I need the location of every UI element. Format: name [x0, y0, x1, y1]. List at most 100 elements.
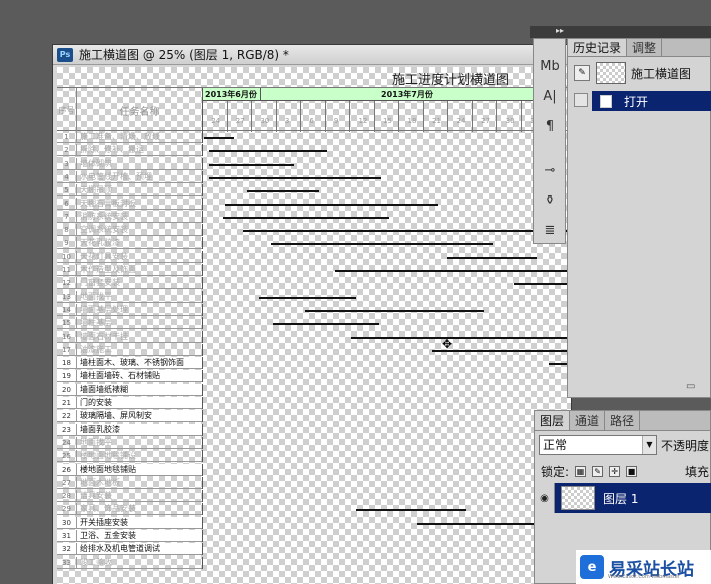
task-name: 施工准备、清场、放线 — [77, 131, 203, 143]
tab-adjustments[interactable]: 调整 — [627, 39, 663, 56]
day-column: 30 — [252, 101, 277, 132]
mini-bridge-icon[interactable]: Mb — [538, 55, 562, 77]
gantt-bar — [209, 150, 327, 153]
lock-row: 锁定: ▦ ✎ ✛ ■ 填充 — [541, 463, 711, 480]
sheet-title: 施工进度计划横道图 — [392, 73, 510, 88]
schedule-header: 序号 任务名称 2013年6月份 2013年7月份 24 27 30 3 6 9 12 15 1… — [57, 87, 571, 132]
task-name: 开关插座安装 — [77, 516, 203, 529]
task-row: 32 给排水及机电管道调试 — [57, 543, 203, 556]
task-no: 9 — [57, 237, 77, 250]
snapshot-label: 施工横道图 — [631, 66, 692, 81]
task-no: 20 — [57, 383, 77, 396]
history-item-selected[interactable]: 打开 — [592, 91, 711, 111]
tab-channels[interactable]: 通道 — [570, 411, 606, 430]
day-column: 24 — [203, 101, 228, 132]
task-name: 门窗套安装 — [77, 277, 203, 290]
task-no: 18 — [57, 357, 77, 370]
gantt-bar — [204, 137, 234, 139]
task-no: 32 — [57, 543, 77, 556]
tab-paths[interactable]: 路径 — [605, 411, 641, 430]
task-row: 1 施工准备、清场、放线 — [57, 131, 203, 143]
task-name: 天棚石膏板封板 — [77, 197, 203, 210]
task-row: 19 墙柱面墙砖、石材铺贴 — [57, 370, 203, 383]
snapshot-thumbnail — [596, 62, 626, 84]
history-panel: 历史记录 调整 ✎ 施工横道图 打开 ▭ — [567, 38, 711, 398]
day-column: 27 — [228, 101, 253, 132]
blend-mode-select[interactable]: 正常 ▼ — [539, 435, 657, 455]
lock-label: 锁定: — [541, 465, 570, 479]
day-label: 30 — [505, 117, 515, 125]
chevron-down-icon[interactable]: ▼ — [642, 436, 656, 454]
visibility-eye-icon[interactable]: ◉ — [535, 483, 555, 513]
clone-source-icon[interactable]: ⚱ — [538, 189, 562, 211]
task-name: 天棚吊顶 — [77, 184, 203, 197]
task-row: 30 开关插座安装 — [57, 516, 203, 529]
task-name: 竣工验收 — [77, 556, 203, 569]
day-column: 18 — [399, 101, 424, 132]
task-name: 地面找平 — [77, 436, 203, 449]
photoshop-icon: Ps — [57, 47, 73, 62]
paragraph-icon[interactable]: ¶ — [538, 115, 562, 137]
lock-transparent-icon[interactable]: ▦ — [575, 466, 587, 477]
lock-all-icon[interactable]: ■ — [626, 466, 638, 477]
task-name: 木作造型及饰面 — [77, 264, 203, 276]
day-label: 12 — [358, 117, 368, 125]
task-name: 墙体砌筑 — [77, 157, 203, 170]
document-tab[interactable]: Ps 施工横道图 @ 25% (图层 1, RGB/8) * — [53, 45, 571, 65]
new-snapshot-icon[interactable]: ▭ — [686, 381, 695, 392]
day-column: 21 — [424, 101, 449, 132]
task-name: 墙面石材干挂 — [77, 330, 203, 343]
task-no: 24 — [57, 436, 77, 449]
task-row: 15 墙柱基层 — [57, 317, 203, 330]
gantt-bar — [447, 256, 537, 259]
task-name: 地面木地板 — [77, 476, 203, 489]
day-columns: 2427303691215182124273025 — [203, 101, 571, 132]
task-row: 12 门窗套安装 — [57, 277, 203, 290]
month-june: 2013年6月份 — [203, 88, 261, 101]
day-column: 3 — [277, 101, 302, 132]
task-no: 6 — [57, 197, 77, 210]
gantt-bar — [259, 296, 356, 299]
history-item-open[interactable]: 打开 — [568, 89, 711, 111]
tab-layers[interactable]: 图层 — [535, 411, 571, 430]
collapse-arrows-icon[interactable]: ▸▸ — [556, 26, 564, 35]
task-no: 5 — [57, 184, 77, 197]
lock-position-icon[interactable]: ✛ — [609, 466, 621, 477]
task-row: 20 墙面墙纸裱糊 — [57, 383, 203, 396]
task-name: 天花灯具安装 — [77, 250, 203, 263]
task-row: 4 水电管线开槽、预埋 — [57, 170, 203, 183]
task-name: 玻璃隔墙、屏风制安 — [77, 410, 203, 423]
task-name: 楼地面地毯铺设 — [77, 450, 203, 463]
task-row: 24 地面找平 — [57, 436, 203, 449]
task-no: 22 — [57, 410, 77, 423]
lock-paint-icon[interactable]: ✎ — [592, 466, 604, 477]
history-brush-icon[interactable]: ✎ — [574, 65, 590, 81]
canvas[interactable]: 施工进度计划横道图 序号 任务名称 2013年6月份 2013年7月份 24 27… — [57, 67, 571, 584]
day-column: 27 — [473, 101, 498, 132]
task-name: 墙面乳胶漆 — [77, 423, 203, 436]
gantt-bar — [351, 336, 571, 339]
day-label: 9 — [333, 117, 339, 125]
task-row: 25 楼地面地毯铺设 — [57, 450, 203, 463]
task-no: 29 — [57, 503, 77, 516]
gantt-bar — [209, 163, 294, 166]
task-name: 洁具安装 — [77, 490, 203, 503]
task-no: 11 — [57, 264, 77, 276]
watermark: e 易采站长站 Www.Easck.Com Webmaster — [576, 550, 711, 584]
day-column: 30 — [497, 101, 522, 132]
opacity-label: 不透明度 — [661, 438, 710, 453]
task-no: 2 — [57, 144, 77, 157]
character-icon[interactable]: A| — [538, 85, 562, 107]
task-name: 墙柱基层 — [77, 317, 203, 330]
brush-presets-icon[interactable]: ⊸ — [538, 159, 562, 181]
task-no: 26 — [57, 463, 77, 476]
gantt-bar — [273, 323, 379, 326]
task-row: 7 消防系统安装 — [57, 210, 203, 223]
history-source-checkbox[interactable] — [574, 93, 588, 107]
layer-row[interactable]: ◉ 图层 1 — [535, 483, 711, 513]
day-label: 30 — [260, 117, 270, 125]
tool-presets-icon[interactable]: ≣ — [538, 219, 562, 241]
task-name: 油漆施工 — [77, 343, 203, 356]
history-snapshot[interactable]: ✎ 施工横道图 — [568, 58, 711, 88]
tab-history[interactable]: 历史记录 — [568, 39, 628, 56]
